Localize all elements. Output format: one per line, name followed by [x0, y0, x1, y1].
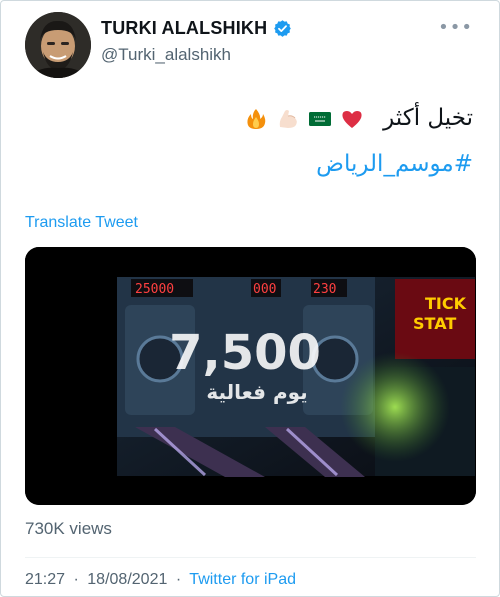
emoji-row	[244, 107, 364, 131]
separator-dot: ·	[175, 571, 182, 588]
tweet-video[interactable]: 25000 000 230 TICK STAT 7,500 يوم فعالية	[25, 247, 476, 505]
author-name-row: TURKI ALALSHIKH	[101, 18, 292, 39]
scoreboard-mid: 000	[253, 282, 276, 297]
saudi-flag-emoji-icon	[308, 111, 331, 126]
tweet-text: تخيل أكثر	[244, 105, 473, 131]
video-overlay-number: 7,500	[169, 325, 321, 381]
hashtag-link[interactable]: #موسم_الرياض	[316, 151, 473, 177]
fire-emoji-icon	[247, 108, 266, 129]
avatar[interactable]	[25, 12, 91, 78]
heart-emoji-icon	[342, 110, 362, 128]
sign-text-1: TICK	[425, 294, 467, 313]
divider	[25, 557, 476, 558]
verified-badge-icon	[274, 20, 292, 37]
tweet-source[interactable]: Twitter for iPad	[189, 571, 296, 588]
scoreboard-left: 25000	[135, 282, 174, 297]
avatar-image	[25, 12, 91, 78]
display-name[interactable]: TURKI ALALSHIKH	[101, 18, 267, 39]
separator-dot: ·	[73, 571, 79, 588]
tweet-text-body: تخيل أكثر	[383, 105, 473, 131]
tweet-metadata: 21:27 · 18/08/2021 · Twitter for iPad	[25, 571, 296, 589]
tweet-time[interactable]: 21:27	[25, 571, 65, 588]
flexed-biceps-emoji-icon	[279, 109, 297, 128]
author-handle[interactable]: @Turki_alalshikh	[101, 45, 231, 65]
tweet-date[interactable]: 18/08/2021	[87, 571, 167, 588]
scoreboard-right: 230	[313, 282, 336, 297]
view-count: 730K views	[25, 519, 112, 538]
translate-tweet-link[interactable]: Translate Tweet	[25, 214, 138, 232]
video-frame: 25000 000 230 TICK STAT 7,500 يوم فعالية	[25, 247, 476, 505]
tweet-card: TURKI ALALSHIKH @Turki_alalshikh ••• تخي…	[0, 0, 500, 597]
video-overlay-text: يوم فعالية	[206, 380, 307, 404]
more-options-icon[interactable]: •••	[438, 19, 473, 37]
sign-text-2: STAT	[413, 314, 456, 333]
